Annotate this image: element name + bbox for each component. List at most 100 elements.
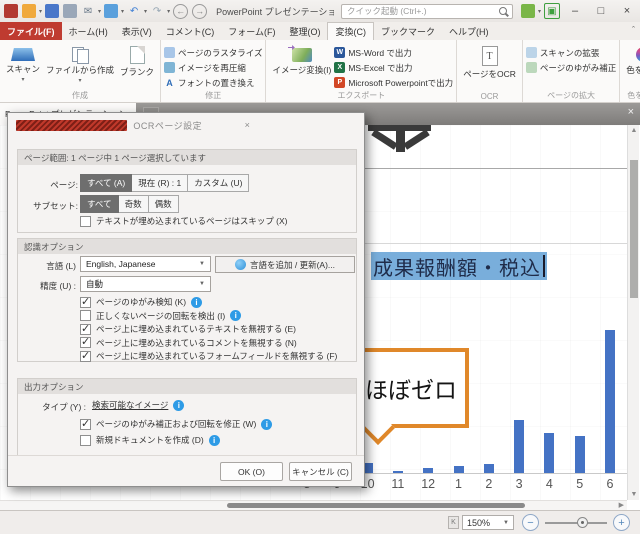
ribbon-button[interactable]: ページのラスタライズ xyxy=(164,45,262,60)
dialog-titlebar[interactable]: OCRページ設定 × xyxy=(8,113,364,137)
ribbon-button[interactable]: 色を変換 xyxy=(623,42,640,78)
ribbon-button[interactable]: スキャン ▾ xyxy=(3,42,43,85)
dropdown-arrow-icon[interactable]: ▾ xyxy=(538,8,541,15)
ribbon-button[interactable]: ページのゆがみ補正 xyxy=(525,60,617,75)
ribbon-button[interactable]: W MS-Word で出力 xyxy=(334,45,453,60)
menu-tab-6[interactable]: 整理(O) xyxy=(282,22,327,40)
ribbon-button-label: ページのゆがみ補正 xyxy=(539,62,617,73)
menu-tab-8[interactable]: ブックマーク xyxy=(374,22,442,40)
subset-option-3[interactable]: 偶数 xyxy=(148,195,179,213)
page-option-1[interactable]: すべて (A) xyxy=(80,174,133,192)
maximize-button[interactable]: □ xyxy=(588,2,614,20)
checkbox[interactable] xyxy=(80,335,91,348)
recognition-checkbox-2: 正しくないページの回転を検出 (I) i xyxy=(80,310,242,322)
ribbon-group-label: OCR xyxy=(480,92,499,101)
checkbox[interactable] xyxy=(80,310,91,321)
ribbon-group-4: T ページをOCR OCR xyxy=(457,40,523,102)
checkbox[interactable] xyxy=(80,295,91,308)
checkbox[interactable] xyxy=(80,322,91,335)
nav-buttons: ← → xyxy=(171,3,209,19)
ribbon-collapse-icon[interactable]: ˆ xyxy=(632,25,635,35)
fullscreen-icon[interactable]: ▣ xyxy=(544,3,560,19)
menu-tab-3[interactable]: 表示(V) xyxy=(115,22,159,40)
ribbon-button[interactable]: ファイルから作成 ▾ xyxy=(43,42,117,86)
titlebar-right-icons: ▾ ▣ xyxy=(519,3,562,19)
zoom-level-select[interactable]: 150% ▼ xyxy=(462,515,514,530)
back-icon[interactable]: ← xyxy=(173,3,189,19)
zoom-slider-knob[interactable] xyxy=(577,516,588,528)
scroll-up-icon[interactable]: ▲ xyxy=(628,127,640,134)
save-icon[interactable] xyxy=(45,4,60,18)
menu-tab-4[interactable]: コメント(C) xyxy=(159,22,222,40)
ribbon-button-label: イメージ変換(I) xyxy=(272,65,332,75)
redo-icon[interactable]: ↷ xyxy=(150,4,164,18)
ribbon-button[interactable]: P Microsoft Powerpointで出力 xyxy=(334,75,453,90)
checkbox[interactable] xyxy=(80,215,91,227)
type-value-link[interactable]: 検索可能なイメージ xyxy=(92,399,168,411)
page-option-segmented: すべて (A) 現在 (R) : 1 カスタム (U) xyxy=(80,174,250,192)
ribbon-button[interactable]: X MS-Excel で出力 xyxy=(334,60,453,75)
scroll-right-icon[interactable]: ▶ xyxy=(619,501,624,509)
ribbon-button[interactable]: A フォントの置き換え xyxy=(164,75,262,90)
page-option-3[interactable]: カスタム (U) xyxy=(188,174,250,192)
vertical-scrollbar-thumb[interactable] xyxy=(630,160,638,298)
ribbon-group-6: 色を変換色を変換 xyxy=(620,40,640,102)
add-language-button[interactable]: 言語を追加 / 更新(A)... xyxy=(215,256,355,273)
menu-tab-1[interactable]: ファイル(F) xyxy=(0,22,62,40)
page-option-2[interactable]: 現在 (R) : 1 xyxy=(132,174,189,192)
close-button[interactable]: × xyxy=(614,2,640,20)
ribbon-button[interactable]: イメージを再圧縮 xyxy=(164,60,262,75)
menu-tab-7[interactable]: 変換(C) xyxy=(327,22,374,40)
checkbox[interactable] xyxy=(80,349,91,362)
dropdown-arrow-icon[interactable]: ▾ xyxy=(98,8,101,15)
menu-tab-9[interactable]: ヘルプ(H) xyxy=(442,22,496,40)
ocr-page-icon: T xyxy=(481,46,498,66)
ribbon-button[interactable]: T ページをOCR xyxy=(460,42,519,82)
email-icon[interactable]: ✉ xyxy=(81,4,95,18)
rasterize-icon xyxy=(164,47,176,58)
menu-tab-5[interactable]: フォーム(F) xyxy=(221,22,282,40)
ribbon-group-2: ページのラスタライズ イメージを再圧縮 A フォントの置き換え 修正 xyxy=(161,40,267,102)
chart-bar xyxy=(514,420,525,473)
dropdown-arrow-icon[interactable]: ▾ xyxy=(167,8,170,15)
subset-option-2[interactable]: 奇数 xyxy=(118,195,149,213)
quick-launch-box[interactable]: クイック起動 (Ctrl+.) xyxy=(340,3,513,19)
minimize-button[interactable]: – xyxy=(562,2,588,20)
info-icon: i xyxy=(261,418,273,430)
excel-icon: X xyxy=(334,62,346,73)
checkbox[interactable] xyxy=(80,434,91,446)
share-icon[interactable] xyxy=(104,4,119,18)
ok-button[interactable]: OK (O) xyxy=(220,462,283,481)
app-icon[interactable] xyxy=(4,4,18,18)
checkbox-label: テキストが埋め込まれているページはスキップ (X) xyxy=(96,216,288,226)
scroll-down-icon[interactable]: ▼ xyxy=(628,491,640,498)
menu-tab-2[interactable]: ホーム(H) xyxy=(62,22,115,40)
ribbon-button[interactable]: スキャンの拡張 xyxy=(525,45,616,60)
selected-text[interactable]: 成果報酬額・税込 xyxy=(371,252,547,280)
zoom-out-button[interactable]: − xyxy=(522,514,539,531)
cancel-button[interactable]: キャンセル (C) xyxy=(289,462,352,481)
horizontal-scrollbar[interactable]: ▶ xyxy=(0,500,627,510)
print-icon[interactable] xyxy=(63,4,78,18)
dialog-close-icon[interactable]: × xyxy=(245,120,356,130)
language-select[interactable]: English, Japanese ▼ xyxy=(80,256,211,272)
ribbon-button[interactable]: ブランク xyxy=(117,42,157,80)
horizontal-scrollbar-thumb[interactable] xyxy=(227,503,525,508)
ribbon-group-label: ページの拡大 xyxy=(547,91,596,100)
ui-options-icon[interactable] xyxy=(520,4,535,18)
dropdown-arrow-icon[interactable]: ▾ xyxy=(39,8,42,15)
fit-page-icon[interactable]: K xyxy=(448,516,459,529)
ribbon-button[interactable]: イメージ変換(I) xyxy=(269,42,334,78)
subset-option-1[interactable]: すべて xyxy=(80,195,119,213)
open-folder-icon[interactable] xyxy=(22,4,36,18)
dropdown-arrow-icon[interactable]: ▾ xyxy=(144,8,147,15)
document-pane-close-icon[interactable]: × xyxy=(628,106,634,118)
dropdown-arrow-icon[interactable]: ▾ xyxy=(121,8,124,15)
undo-icon[interactable]: ↶ xyxy=(127,4,141,18)
zoom-in-button[interactable]: + xyxy=(613,514,630,531)
checkbox[interactable] xyxy=(80,417,91,430)
zoom-slider[interactable] xyxy=(545,516,607,528)
accuracy-select[interactable]: 自動 ▼ xyxy=(80,276,211,292)
forward-icon[interactable]: → xyxy=(192,3,208,19)
vertical-scrollbar[interactable]: ▲ ▼ xyxy=(627,125,639,500)
